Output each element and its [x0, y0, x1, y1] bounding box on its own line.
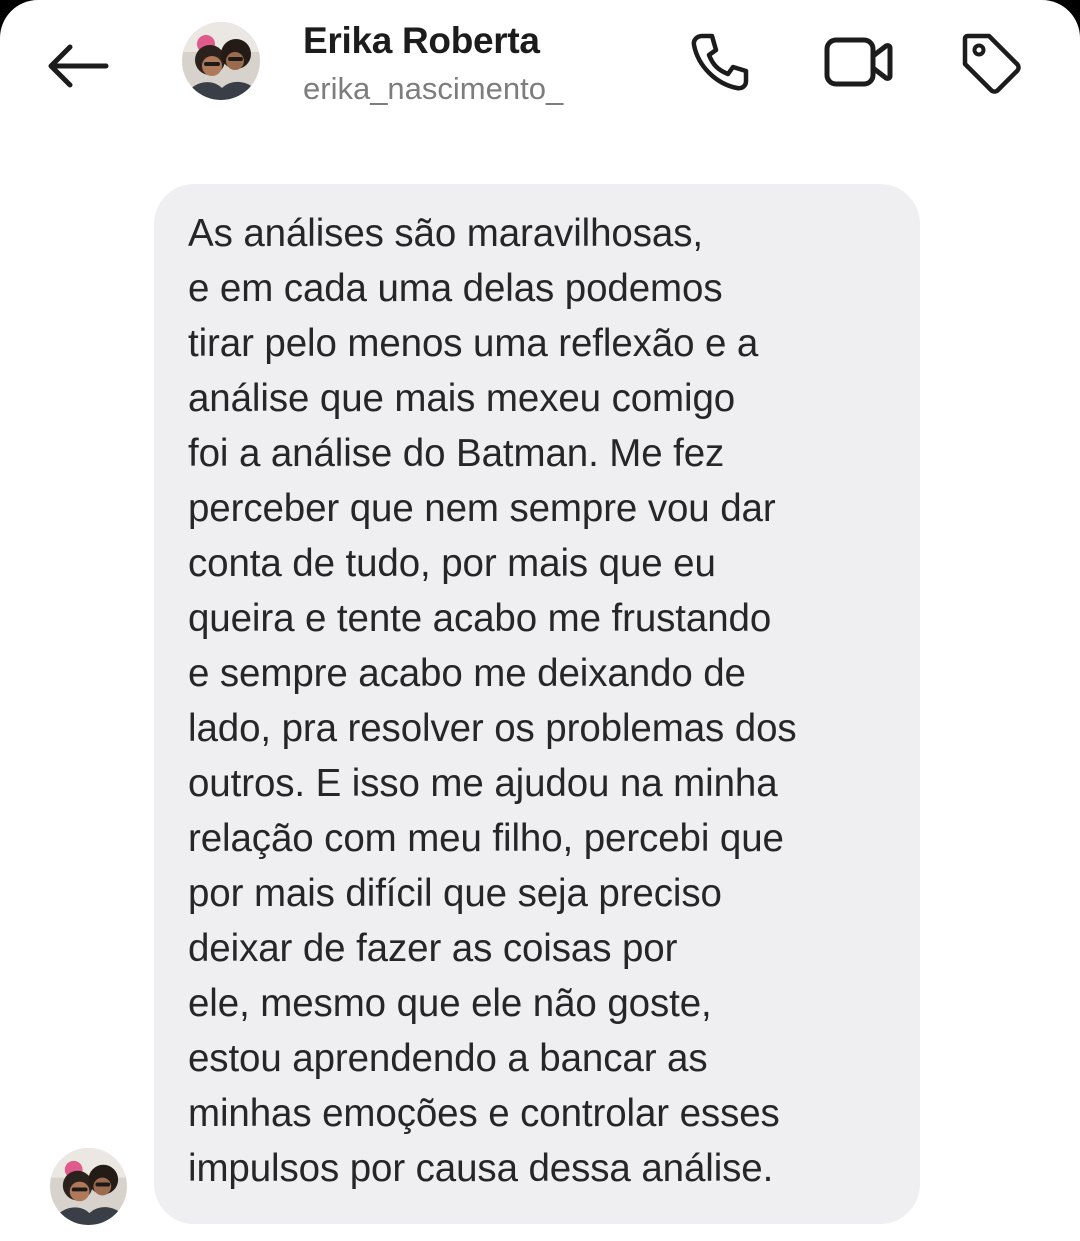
tag-button[interactable] [954, 26, 1026, 98]
message-line: e sempre acabo me deixando de [188, 652, 746, 695]
arrow-left-icon [48, 44, 109, 88]
message-line: e em cada uma delas podemos [188, 267, 723, 310]
message-line: conta de tudo, por mais que eu [188, 542, 716, 585]
message-line: tirar pelo menos uma reflexão e a [188, 322, 759, 365]
message-line: minhas emoções e controlar esses [188, 1092, 780, 1135]
message-line: relação com meu filho, percebi que [188, 817, 784, 860]
message-line: análise que mais mexeu comigo [188, 377, 736, 420]
video-call-button[interactable] [822, 26, 894, 98]
message-line: impulsos por causa dessa análise. [188, 1147, 774, 1190]
header-avatar[interactable] [182, 22, 260, 100]
message-line: As análises são maravilhosas, [188, 212, 703, 255]
message-line: perceber que nem sempre vou dar [188, 487, 776, 530]
message-bubble[interactable]: As análises são maravilhosas, e em cada … [154, 184, 920, 1224]
back-button[interactable] [40, 36, 114, 96]
video-camera-icon [824, 37, 893, 87]
message-line: queira e tente acabo me frustando [188, 597, 772, 640]
message-line: lado, pra resolver os problemas dos [188, 707, 797, 750]
message-line: ele, mesmo que ele não goste, [188, 982, 712, 1025]
dm-thread-screen: Erika Roberta erika_nascimento_ As análi… [0, 0, 1080, 1241]
message-line: estou aprendendo a bancar as [188, 1037, 708, 1080]
sender-avatar[interactable] [50, 1148, 127, 1225]
phone-icon [691, 33, 749, 91]
call-button[interactable] [684, 26, 756, 98]
message-line: deixar de fazer as coisas por [188, 927, 678, 970]
tag-icon [962, 33, 1021, 94]
profile-photo-icon [182, 22, 260, 100]
contact-name[interactable]: Erika Roberta [303, 20, 540, 62]
message-line: foi a análise do Batman. Me fez [188, 432, 725, 475]
message-line: outros. E isso me ajudou na minha [188, 762, 778, 805]
profile-photo-icon [50, 1148, 127, 1225]
message-line: por mais difícil que seja preciso [188, 872, 722, 915]
contact-username[interactable]: erika_nascimento_ [303, 71, 563, 107]
